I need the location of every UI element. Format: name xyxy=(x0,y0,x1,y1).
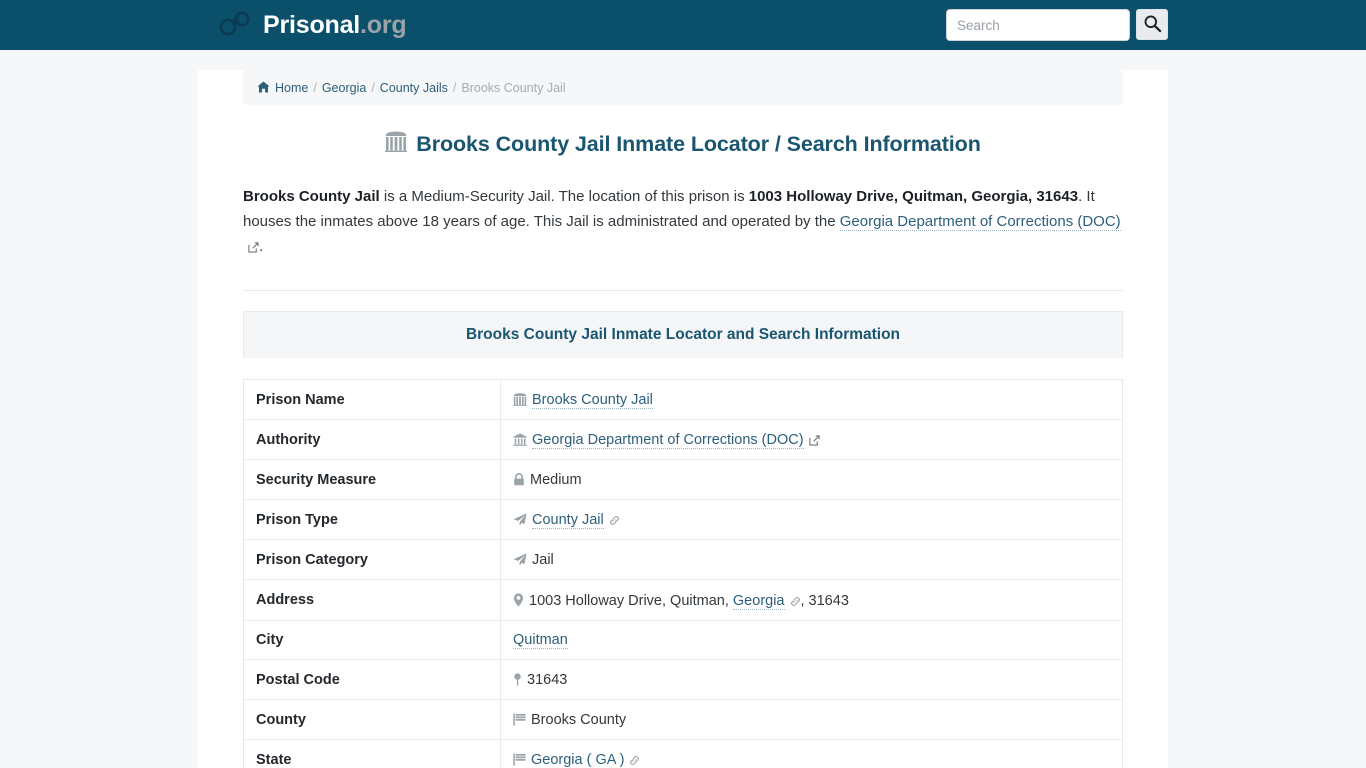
intro-text-3: . xyxy=(259,238,264,255)
external-link-icon xyxy=(808,434,820,450)
table-row: Security Measure Medium xyxy=(243,459,1123,500)
jail-building-icon xyxy=(513,393,527,410)
search-icon xyxy=(1143,14,1162,36)
row-value: Jail xyxy=(501,540,1123,580)
flag-icon xyxy=(513,753,526,768)
row-label: Address xyxy=(243,579,501,621)
home-icon xyxy=(257,81,270,96)
intro-text-1: is a Medium-Security Jail. The location … xyxy=(379,188,749,205)
security-measure-value: Medium xyxy=(530,472,582,488)
prison-info-table: Prison Name Brooks County Jail Authority… xyxy=(243,379,1123,768)
page-title-text: Brooks County Jail Inmate Locator / Sear… xyxy=(416,132,981,156)
prison-category-value: Jail xyxy=(532,552,554,568)
table-row: State Georgia ( GA ) xyxy=(243,739,1123,768)
section-divider xyxy=(243,290,1123,291)
table-row: Address 1003 Holloway Drive, Quitman, Ge… xyxy=(243,579,1123,621)
breadcrumb-separator: / xyxy=(371,80,375,95)
table-row: Prison Name Brooks County Jail xyxy=(243,379,1123,420)
address-prefix: 1003 Holloway Drive, Quitman, xyxy=(529,593,733,609)
page-title: Brooks County Jail Inmate Locator / Sear… xyxy=(243,131,1123,158)
handcuffs-icon xyxy=(218,10,252,41)
breadcrumb-item-georgia[interactable]: Georgia xyxy=(322,81,366,95)
city-link[interactable]: Quitman xyxy=(513,632,568,649)
row-label: County xyxy=(243,699,501,740)
row-value: 1003 Holloway Drive, Quitman, Georgia , 3… xyxy=(501,580,1123,621)
breadcrumb: Home / Georgia / County Jails / Brooks C… xyxy=(243,70,1123,105)
authority-link[interactable]: Georgia Department of Corrections (DOC) xyxy=(839,213,1121,231)
top-navigation-bar: Prisonal.org xyxy=(0,0,1366,50)
row-value: Brooks County xyxy=(501,700,1123,740)
authority-link[interactable]: Georgia Department of Corrections (DOC) xyxy=(532,432,804,449)
page-background: Home / Georgia / County Jails / Brooks C… xyxy=(0,70,1366,768)
table-row: City Quitman xyxy=(243,620,1123,660)
row-label: Prison Category xyxy=(243,539,501,580)
search-area xyxy=(946,9,1168,41)
brand-tld: .org xyxy=(360,10,407,39)
row-label: Postal Code xyxy=(243,659,501,700)
link-icon xyxy=(629,754,640,768)
prison-name-link[interactable]: Brooks County Jail xyxy=(532,392,653,409)
search-button[interactable] xyxy=(1136,9,1168,40)
address-suffix: , 31643 xyxy=(800,593,849,609)
row-label: Prison Type xyxy=(243,499,501,540)
intro-prison-name: Brooks County Jail xyxy=(243,188,380,205)
row-label: Security Measure xyxy=(243,459,501,500)
map-pin-icon xyxy=(513,673,522,690)
breadcrumb-separator: / xyxy=(452,80,457,95)
search-input[interactable] xyxy=(946,9,1130,41)
table-row: Prison Type County Jail xyxy=(243,499,1123,540)
row-label: Authority xyxy=(243,419,501,460)
brand-name: Prisonal xyxy=(263,10,361,39)
table-caption: Brooks County Jail Inmate Locator and Se… xyxy=(243,311,1123,358)
external-link-icon xyxy=(248,240,259,257)
breadcrumb-item-current: Brooks County Jail xyxy=(461,80,566,95)
breadcrumb-item-home[interactable]: Home xyxy=(275,81,308,95)
landmark-icon xyxy=(513,433,527,450)
table-row: Prison Category Jail xyxy=(243,539,1123,580)
row-label: State xyxy=(243,739,501,768)
row-value: Georgia ( GA ) xyxy=(501,740,1123,768)
paper-plane-icon xyxy=(513,553,527,570)
row-value: 31643 xyxy=(501,660,1123,700)
row-label: Prison Name xyxy=(243,379,501,420)
address-state-link[interactable]: Georgia xyxy=(732,593,785,610)
table-row: County Brooks County xyxy=(243,699,1123,740)
intro-paragraph: Brooks County Jail is a Medium-Security … xyxy=(243,184,1123,259)
link-icon xyxy=(790,595,801,611)
table-row: Postal Code 31643 xyxy=(243,659,1123,700)
postal-code-value: 31643 xyxy=(527,672,568,688)
jail-building-icon xyxy=(385,131,408,158)
county-value: Brooks County xyxy=(531,712,627,728)
map-marker-icon xyxy=(513,593,524,611)
prison-type-link[interactable]: County Jail xyxy=(532,512,604,529)
state-link[interactable]: Georgia ( GA ) xyxy=(531,752,625,768)
breadcrumb-separator: / xyxy=(313,80,317,95)
row-value: Georgia Department of Corrections (DOC) xyxy=(501,420,1123,460)
lock-icon xyxy=(513,473,525,490)
row-value: Quitman xyxy=(501,621,1123,660)
site-logo-link[interactable]: Prisonal.org xyxy=(218,0,407,50)
breadcrumb-item-county-jails[interactable]: County Jails xyxy=(380,81,448,95)
row-label: City xyxy=(243,620,501,660)
intro-address: 1003 Holloway Drive, Quitman, Georgia, 3… xyxy=(748,188,1079,205)
row-value: Brooks County Jail xyxy=(501,380,1123,420)
row-value: Medium xyxy=(501,460,1123,500)
row-value: County Jail xyxy=(501,500,1123,540)
table-row: Authority Georgia Department of Correcti… xyxy=(243,419,1123,460)
content-container: Home / Georgia / County Jails / Brooks C… xyxy=(198,70,1168,768)
flag-icon xyxy=(513,713,526,730)
link-icon xyxy=(609,514,620,530)
paper-plane-icon xyxy=(513,513,527,530)
